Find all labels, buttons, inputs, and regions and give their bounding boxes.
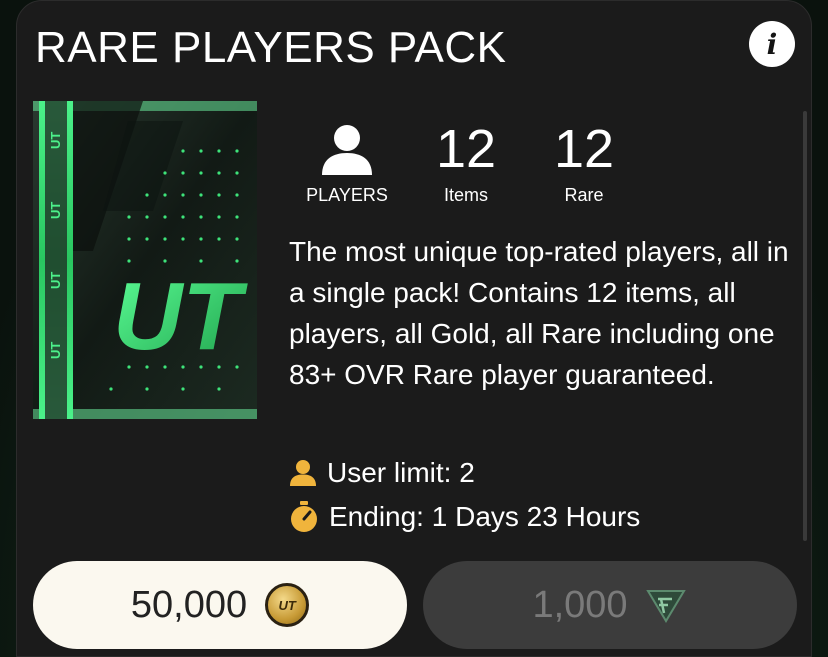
stat-items: 12 Items <box>421 119 511 206</box>
stat-rare-label: Rare <box>564 185 604 205</box>
stat-players: PLAYERS <box>297 119 397 206</box>
stat-players-label: PLAYERS <box>306 185 388 205</box>
user-limit-row: User limit: 2 <box>289 457 475 489</box>
coin-price: 50,000 <box>130 583 248 626</box>
points-price: 1,000 <box>532 583 628 626</box>
pack-description: The most unique top-rated players, all i… <box>289 236 789 390</box>
buy-with-coins-button[interactable]: 50,000 UT <box>33 561 407 649</box>
player-silhouette-icon <box>322 125 372 175</box>
pack-strip-label: UT <box>48 342 63 359</box>
pack-image: UT UT UT UT UT <box>33 101 257 419</box>
pack-strip-label: UT <box>48 132 63 149</box>
info-icon[interactable]: i <box>749 21 795 67</box>
stat-items-label: Items <box>443 185 488 205</box>
pack-ut-logo: UT <box>113 263 248 370</box>
stopwatch-icon <box>291 501 317 532</box>
ending-row: Ending: 1 Days 23 Hours <box>289 501 640 533</box>
buy-with-points-button[interactable]: 1,000 <box>423 561 797 649</box>
stat-rare: 12 Rare <box>539 119 629 206</box>
ending-text: Ending: 1 Days 23 Hours <box>329 501 641 532</box>
user-limit-text: User limit: 2 <box>327 457 475 488</box>
ut-coin-icon: UT <box>265 583 310 627</box>
pack-stats: PLAYERS 12 Items 12 Rare <box>287 119 647 209</box>
pack-strip-label: UT <box>48 202 63 219</box>
scrollbar[interactable] <box>803 111 807 541</box>
pack-card: RARE PLAYERS PACK i UT UT UT UT UT PLAYE… <box>16 0 812 657</box>
pack-strip-label: UT <box>48 272 63 289</box>
fc-points-icon <box>645 590 686 623</box>
stat-items-count: 12 <box>435 119 497 179</box>
pack-title: RARE PLAYERS PACK <box>35 23 507 72</box>
stat-rare-count: 12 <box>553 119 615 179</box>
user-icon <box>290 460 316 486</box>
